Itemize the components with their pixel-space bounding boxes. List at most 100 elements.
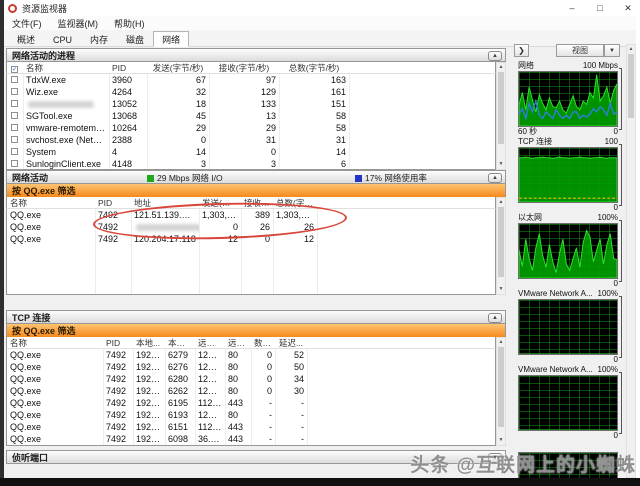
graph-plot	[518, 147, 618, 203]
table-row[interactable]: 1305218133151	[7, 98, 495, 110]
menu-item[interactable]: 监视器(M)	[56, 17, 101, 30]
graph-title: VMware Network A...	[518, 288, 593, 299]
menu-item[interactable]: 文件(F)	[10, 17, 44, 30]
scrollbar-thumb[interactable]	[498, 72, 504, 144]
graph-4: VMware Network A...100%0	[518, 288, 618, 364]
col-pid[interactable]: PID	[103, 337, 133, 349]
section-processes-header[interactable]: 网络活动的进程 ▲	[6, 48, 506, 62]
total: 58	[279, 122, 349, 134]
view-button-label[interactable]: 视图	[556, 44, 604, 57]
local-address: 192.1...	[133, 385, 165, 397]
graph-zero-label: 0	[614, 203, 618, 212]
chevron-down-icon[interactable]: ▼	[604, 44, 620, 57]
processes-header-row[interactable]: 名称 PID 发送(字节/秒) 接收(字节/秒) 总数(字节/秒)	[6, 62, 496, 74]
processes-table: TdxW.exe39606797163Wiz.exe42643212916113…	[6, 74, 496, 170]
scroll-up-icon[interactable]: ▲	[497, 338, 505, 347]
section-activity-header[interactable]: 网络活动 ▲ 29 Mbps 网络 I/O17% 网络使用率	[6, 170, 506, 184]
app-icon	[8, 4, 17, 13]
local-address: 192.1...	[133, 361, 165, 373]
scrollbar-thumb[interactable]	[498, 207, 504, 277]
tcp-scrollbar[interactable]: ▲ ▼	[496, 337, 506, 446]
send: 3	[147, 158, 209, 170]
col-local-port[interactable]: 本地...	[165, 337, 195, 349]
process-name: QQ.exe	[7, 409, 103, 421]
select-all-checkbox[interactable]	[7, 62, 23, 74]
process-name: QQ.exe	[7, 233, 95, 245]
sidebar-expand-button[interactable]: ❯	[514, 44, 529, 57]
scrollbar-thumb[interactable]	[628, 54, 634, 118]
table-row[interactable]: TdxW.exe39606797163	[7, 74, 495, 86]
collapse-chevron-icon[interactable]: ▲	[488, 51, 502, 61]
scroll-down-icon[interactable]: ▼	[497, 436, 505, 445]
collapse-chevron-icon[interactable]: ▲	[488, 173, 502, 183]
pid: 7492	[103, 385, 133, 397]
col-pid[interactable]: PID	[109, 62, 147, 74]
table-row[interactable]: vmware-remotemks.exe10264292958	[7, 122, 495, 134]
scroll-down-icon[interactable]: ▼	[497, 285, 505, 294]
tcp-filter-bar[interactable]: 按 QQ.exe 筛选	[6, 324, 506, 337]
local-port: 6262	[165, 385, 195, 397]
tab-概述[interactable]: 概述	[8, 31, 44, 47]
col-total[interactable]: 总数(字节/秒)	[279, 62, 349, 74]
col-recv[interactable]: 接收(字节/秒)	[209, 62, 279, 74]
scroll-up-icon[interactable]: ▲	[627, 45, 635, 54]
watermark: 头条 @互联网上的小蜘蛛	[410, 450, 636, 477]
graph-zero-label: 0	[614, 355, 618, 364]
packet-loss: -	[251, 421, 275, 433]
view-button[interactable]: 视图 ▼	[556, 44, 621, 57]
latency: -	[275, 409, 307, 421]
recv: 29	[209, 122, 279, 134]
scroll-up-icon[interactable]: ▲	[497, 63, 505, 72]
table-row[interactable]: SGTool.exe13068451358	[7, 110, 495, 122]
table-row[interactable]: System414014	[7, 146, 495, 158]
tab-内存[interactable]: 内存	[81, 31, 117, 47]
process-name	[23, 98, 109, 110]
tab-磁盘[interactable]: 磁盘	[117, 31, 153, 47]
col-remote-addr[interactable]: 远程...	[195, 337, 225, 349]
process-name: QQ.exe	[7, 433, 103, 445]
col-name[interactable]: 名称	[23, 62, 109, 74]
col-local-addr[interactable]: 本地...	[133, 337, 165, 349]
graph-plot	[518, 71, 618, 127]
menu-item[interactable]: 帮助(H)	[112, 17, 147, 30]
graph-scale-label: 100%	[598, 212, 618, 223]
recv: 0	[209, 146, 279, 158]
close-button[interactable]: ✕	[622, 3, 634, 14]
col-pid[interactable]: PID	[95, 197, 131, 209]
tcp-header-row[interactable]: 名称 PID 本地... 本地... 远程... 远程... 数量... 延迟.…	[6, 337, 496, 349]
col-name[interactable]: 名称	[7, 337, 103, 349]
tab-CPU[interactable]: CPU	[44, 31, 81, 47]
remote-address: 112.6...	[195, 397, 225, 409]
recv: 3	[209, 158, 279, 170]
row-checkbox	[7, 74, 23, 86]
col-latency[interactable]: 延迟...	[275, 337, 307, 349]
graph-1: 网络100 Mbps60 秒0	[518, 60, 618, 136]
col-remote-port[interactable]: 远程...	[225, 337, 251, 349]
tab-网络[interactable]: 网络	[153, 31, 189, 47]
table-row[interactable]: SunloginClient.exe4148336	[7, 158, 495, 170]
activity-filter-bar[interactable]: 按 QQ.exe 筛选	[6, 184, 506, 197]
activity-scrollbar[interactable]: ▲ ▼	[496, 197, 506, 295]
process-name: QQ.exe	[7, 349, 103, 361]
sidebar-scrollbar[interactable]: ▲ ▼	[626, 44, 636, 478]
maximize-button[interactable]: □	[594, 3, 606, 13]
scroll-down-icon[interactable]: ▼	[497, 160, 505, 169]
col-send[interactable]: 发送(字节/秒)	[147, 62, 209, 74]
process-name: QQ.exe	[7, 397, 103, 409]
section-tcp-header[interactable]: TCP 连接 ▲	[6, 310, 506, 324]
table-row[interactable]: svchost.exe (NetworkServic...238803131	[7, 134, 495, 146]
process-name: svchost.exe (NetworkServic...	[23, 134, 109, 146]
send: 29	[147, 122, 209, 134]
scrollbar-thumb[interactable]	[498, 347, 504, 427]
col-loss[interactable]: 数量...	[251, 337, 275, 349]
row-checkbox	[7, 134, 23, 146]
table-row[interactable]: Wiz.exe426432129161	[7, 86, 495, 98]
scroll-up-icon[interactable]: ▲	[497, 198, 505, 207]
col-name[interactable]: 名称	[7, 197, 95, 209]
processes-scrollbar[interactable]: ▲ ▼	[496, 62, 506, 170]
pid: 4148	[109, 158, 147, 170]
pid: 4264	[109, 86, 147, 98]
collapse-chevron-icon[interactable]: ▲	[488, 313, 502, 323]
minimize-button[interactable]: –	[566, 3, 578, 13]
local-address: 192.1...	[133, 421, 165, 433]
